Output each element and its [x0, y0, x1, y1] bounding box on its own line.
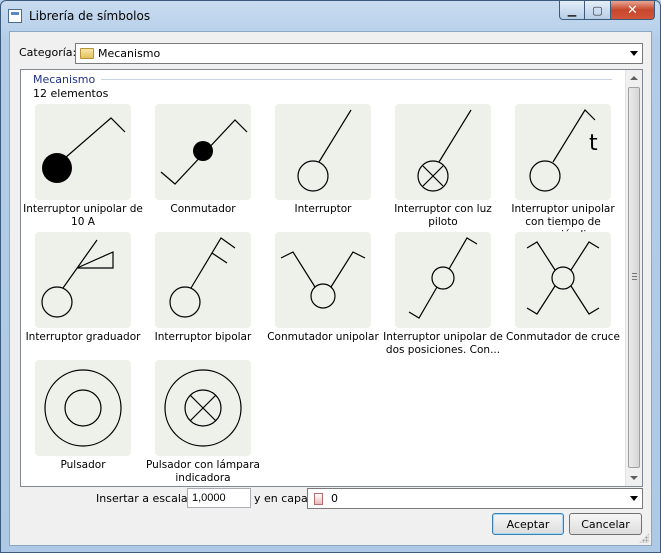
close-button[interactable]: ✕: [611, 1, 655, 20]
layer-label: y en capa:: [254, 492, 312, 505]
symbol-thumbnail: [35, 104, 131, 200]
item-label: Interruptor unipolar de dos posiciones. …: [383, 331, 503, 356]
item-label: Conmutador unipolar: [267, 331, 379, 343]
scrollbar-thumb[interactable]: [628, 87, 640, 468]
layer-select[interactable]: 0: [307, 488, 643, 509]
item-label: Interruptor graduador: [25, 331, 141, 343]
category-label: Categoría:: [19, 46, 77, 59]
group-title: Mecanismo: [33, 73, 96, 86]
chevron-down-icon: [630, 51, 638, 56]
symbol-library-dialog: Librería de símbolos ▁ ▢ ✕ Categoría: Me…: [0, 0, 661, 553]
symbol-thumbnail: [515, 232, 611, 328]
ok-button[interactable]: Aceptar: [492, 513, 564, 535]
item-label: Pulsador con lámpara indicadora: [146, 459, 260, 484]
maximize-icon: ▢: [592, 3, 603, 17]
scroll-down-icon[interactable]: [630, 476, 638, 480]
interruptor-luz-piloto-icon: [417, 109, 472, 192]
item-label: Interruptor unipolar de 10 A: [23, 203, 143, 228]
interruptor-bipolar-icon: [169, 237, 236, 318]
conmutador-unipolar-icon: [280, 251, 366, 309]
item-label: Interruptor con luz piloto: [394, 203, 492, 228]
symbol-thumbnail: [275, 104, 371, 200]
category-selected-value: Mecanismo: [98, 47, 161, 60]
symbol-thumbnail: t: [515, 104, 611, 200]
interruptor-dos-posiciones-icon: [408, 237, 478, 319]
item-label: Interruptor: [294, 203, 352, 215]
group-divider: [101, 79, 612, 80]
conmutador-cruce-icon: [526, 241, 600, 315]
interruptor-unipolar-10a-icon: [42, 117, 126, 183]
group-count: 12 elementos: [33, 87, 109, 100]
item-label: Interruptor bipolar: [154, 331, 252, 343]
symbol-thumbnail: [395, 104, 491, 200]
symbol-thumbnail: [155, 104, 251, 200]
pulsador-icon: [44, 369, 122, 447]
caption-buttons: ▁ ▢ ✕: [559, 1, 655, 21]
minimize-button[interactable]: ▁: [559, 1, 585, 20]
symbol-list[interactable]: Mecanismo 12 elementos Interruptor unipo…: [20, 69, 643, 487]
app-icon: [8, 9, 22, 23]
layer-selected-value: 0: [331, 492, 338, 505]
cancel-button[interactable]: Cancelar: [569, 513, 642, 535]
vertical-scrollbar[interactable]: [625, 70, 642, 486]
interruptor-icon: [297, 109, 352, 192]
item-label: Pulsador: [60, 459, 106, 471]
close-icon: ✕: [627, 2, 638, 18]
scale-input[interactable]: [187, 488, 251, 508]
minimize-icon: ▁: [567, 3, 577, 17]
maximize-button[interactable]: ▢: [585, 1, 611, 20]
symbol-thumbnail: [275, 232, 371, 328]
item-label: Conmutador: [170, 203, 236, 215]
dialog-body: Categoría: Mecanismo Mecanismo 12 elemen…: [9, 31, 652, 546]
symbol-thumbnail: [395, 232, 491, 328]
symbol-thumbnail: [155, 360, 251, 456]
interruptor-temporizado-icon: t: [529, 109, 598, 192]
symbol-thumbnail: [155, 232, 251, 328]
grip-icon: [632, 273, 637, 280]
scroll-up-icon[interactable]: [630, 76, 638, 80]
symbol-thumbnail: [35, 360, 131, 456]
category-select[interactable]: Mecanismo: [75, 43, 643, 64]
folder-icon: [80, 48, 94, 59]
title-bar[interactable]: Librería de símbolos ▁ ▢ ✕: [1, 1, 660, 31]
symbol-thumbnail: [35, 232, 131, 328]
chevron-down-icon: [630, 496, 638, 501]
item-label: Conmutador de cruce: [505, 331, 621, 343]
interruptor-graduador-icon: [41, 239, 114, 318]
scale-label: Insertar a escala:: [96, 492, 192, 505]
layer-icon: [314, 492, 323, 505]
window-title: Librería de símbolos: [29, 9, 151, 23]
pulsador-lampara-icon: [164, 369, 242, 447]
conmutador-icon: [160, 119, 248, 185]
svg-text:t: t: [589, 131, 598, 156]
